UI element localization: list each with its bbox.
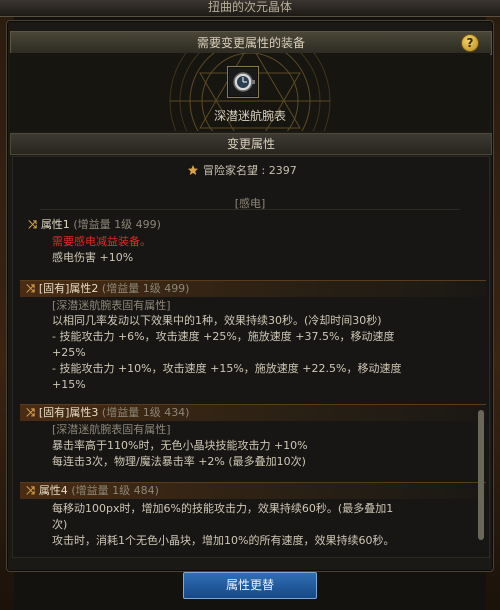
- fame-icon: [188, 165, 198, 175]
- attr2-title: [固有]属性2: [38, 282, 99, 295]
- shuffle-icon: ⤨: [26, 282, 35, 295]
- change-attribute-button[interactable]: 属性更替: [183, 572, 317, 599]
- attr3-line: 每连击3次，物理/魔法暴击率 +2% (最多叠加10次): [52, 455, 306, 468]
- attr2-sub: [深潜迷航腕表固有属性]: [52, 299, 171, 312]
- attr2-line: 以相同几率发动以下效果中的1种，效果持续30秒。(冷却时间30秒): [52, 314, 382, 327]
- attr1-level: (增益量 1级 499): [73, 218, 161, 231]
- fame-label: 冒险家名望: [203, 164, 258, 177]
- attr1-header: ⤨ 属性1 (增益量 1级 499): [28, 218, 161, 231]
- attr3-line: 暴击率高于110%时，无色小晶块技能攻击力 +10%: [52, 439, 308, 452]
- help-icon[interactable]: ?: [461, 34, 479, 52]
- shuffle-icon: ⤨: [26, 406, 35, 419]
- attr2-line: - 技能攻击力 +10%，攻击速度 +15%，施放速度 +22.5%，移动速度: [52, 362, 402, 375]
- attr3-sub: [深潜迷航腕表固有属性]: [52, 423, 171, 436]
- item-slot[interactable]: [227, 66, 259, 98]
- attr4-title: 属性4: [38, 484, 68, 497]
- attr4-line: 次): [52, 518, 68, 531]
- attr2-line: +25%: [52, 346, 86, 359]
- item-name: 深潜迷航腕表: [213, 109, 286, 123]
- fame-row: 冒险家名望 : 2397: [187, 162, 297, 178]
- attr2-header: ⤨ [固有]属性2 (增益量 1级 499): [26, 282, 189, 296]
- change-attribute-bar: 变更属性: [10, 133, 492, 155]
- attr1-warning: 需要感电减益装备。: [52, 235, 151, 248]
- window-titlebar: 扭曲的次元晶体: [0, 0, 500, 17]
- watch-icon: [229, 68, 257, 96]
- attr3-level: (增益量 1级 434): [101, 406, 190, 419]
- scrollbar-thumb[interactable]: [478, 410, 484, 540]
- attr3-header: ⤨ [固有]属性3 (增益量 1级 434): [26, 406, 189, 420]
- attr2-line: +15%: [52, 378, 86, 391]
- window-title: 扭曲的次元晶体: [207, 0, 292, 14]
- attr1-desc: 感电伤害 +10%: [52, 251, 134, 264]
- header-title: 需要变更属性的装备: [196, 36, 305, 50]
- header-bar: 需要变更属性的装备: [10, 31, 492, 55]
- shuffle-icon: ⤨: [28, 218, 37, 231]
- attr4-header: ⤨ 属性4 (增益量 1级 484): [26, 484, 159, 498]
- attr3-title: [固有]属性3: [38, 406, 99, 419]
- divider: [40, 209, 460, 210]
- attr3-section-header: ⤨ [固有]属性3 (增益量 1级 434): [20, 404, 486, 421]
- attr2-level: (增益量 1级 499): [101, 282, 190, 295]
- attr4-line: 攻击时，消耗1个无色小晶块，增加10%的所有速度，效果持续60秒。: [52, 534, 395, 547]
- attr4-level: (增益量 1级 484): [71, 484, 159, 497]
- attr4-line: 每移动100px时，增加6%的技能攻击力，效果持续60秒。(最多叠加1: [52, 502, 394, 515]
- attr2-line: - 技能攻击力 +6%，攻击速度 +25%，施放速度 +37.5%，移动速度: [52, 330, 395, 343]
- attr1-title: 属性1: [40, 218, 70, 231]
- shuffle-icon: ⤨: [26, 484, 35, 497]
- attr2-section-header: ⤨ [固有]属性2 (增益量 1级 499): [20, 280, 486, 297]
- change-attribute-title: 变更属性: [226, 137, 275, 151]
- fame-value: : 2397: [261, 164, 297, 177]
- attr4-section-header: ⤨ 属性4 (增益量 1级 484): [20, 482, 486, 499]
